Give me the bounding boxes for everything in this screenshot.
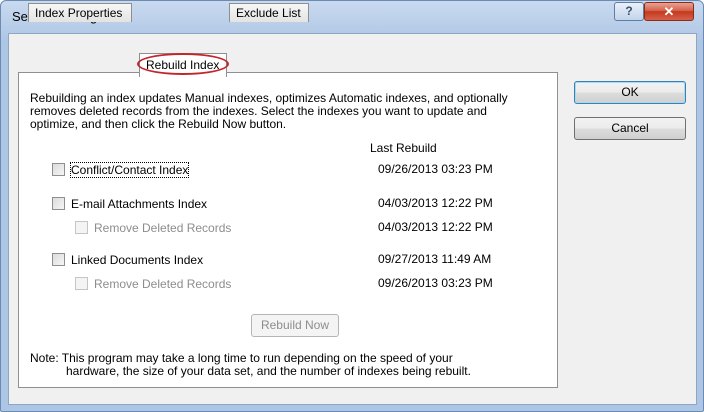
annotation-highlight-ring xyxy=(137,53,229,75)
email-remove-deleted-label[interactable]: Remove Deleted Records xyxy=(94,221,231,235)
email-attachments-index-checkbox[interactable] xyxy=(52,197,65,210)
last-rebuild-header: Last Rebuild xyxy=(370,141,437,155)
note-text: Note: This program may take a long time … xyxy=(30,352,540,378)
close-icon: ✕ xyxy=(663,4,675,19)
cancel-button[interactable]: Cancel xyxy=(574,117,686,140)
linked-remove-deleted-label[interactable]: Remove Deleted Records xyxy=(94,277,231,291)
linked-documents-index-label[interactable]: Linked Documents Index xyxy=(71,253,203,267)
close-button[interactable]: ✕ xyxy=(644,2,694,21)
help-icon: ? xyxy=(625,4,633,18)
email-attachments-index-date: 04/03/2013 12:22 PM xyxy=(378,196,493,210)
tab-index-properties[interactable]: Index Properties xyxy=(28,3,132,22)
conflict-contact-index-checkbox[interactable] xyxy=(52,163,65,176)
conflict-contact-index-date: 09/26/2013 03:23 PM xyxy=(378,162,493,176)
linked-remove-deleted-date: 09/26/2013 03:23 PM xyxy=(378,276,493,290)
tab-label: Index Properties xyxy=(35,6,123,20)
tab-exclude-list[interactable]: Exclude List xyxy=(229,3,309,22)
linked-documents-index-date: 09/27/2013 11:49 AM xyxy=(378,252,492,266)
help-button[interactable]: ? xyxy=(614,2,644,21)
linked-documents-index-checkbox[interactable] xyxy=(52,253,65,266)
note-line: hardware, the size of your data set, and… xyxy=(66,364,471,378)
email-remove-deleted-date: 04/03/2013 12:22 PM xyxy=(378,220,493,234)
description-line: optimize, and then click the Rebuild Now… xyxy=(30,117,287,131)
rebuild-now-button[interactable]: Rebuild Now xyxy=(251,314,339,337)
tab-label: Exclude List xyxy=(236,6,301,20)
email-attachments-index-label[interactable]: E-mail Attachments Index xyxy=(71,197,207,211)
linked-remove-deleted-checkbox[interactable] xyxy=(75,277,88,290)
description-text: Rebuilding an index updates Manual index… xyxy=(30,92,555,131)
ok-button[interactable]: OK xyxy=(574,81,686,104)
conflict-contact-index-label[interactable]: Conflict/Contact Index xyxy=(69,162,190,178)
email-remove-deleted-checkbox[interactable] xyxy=(75,221,88,234)
